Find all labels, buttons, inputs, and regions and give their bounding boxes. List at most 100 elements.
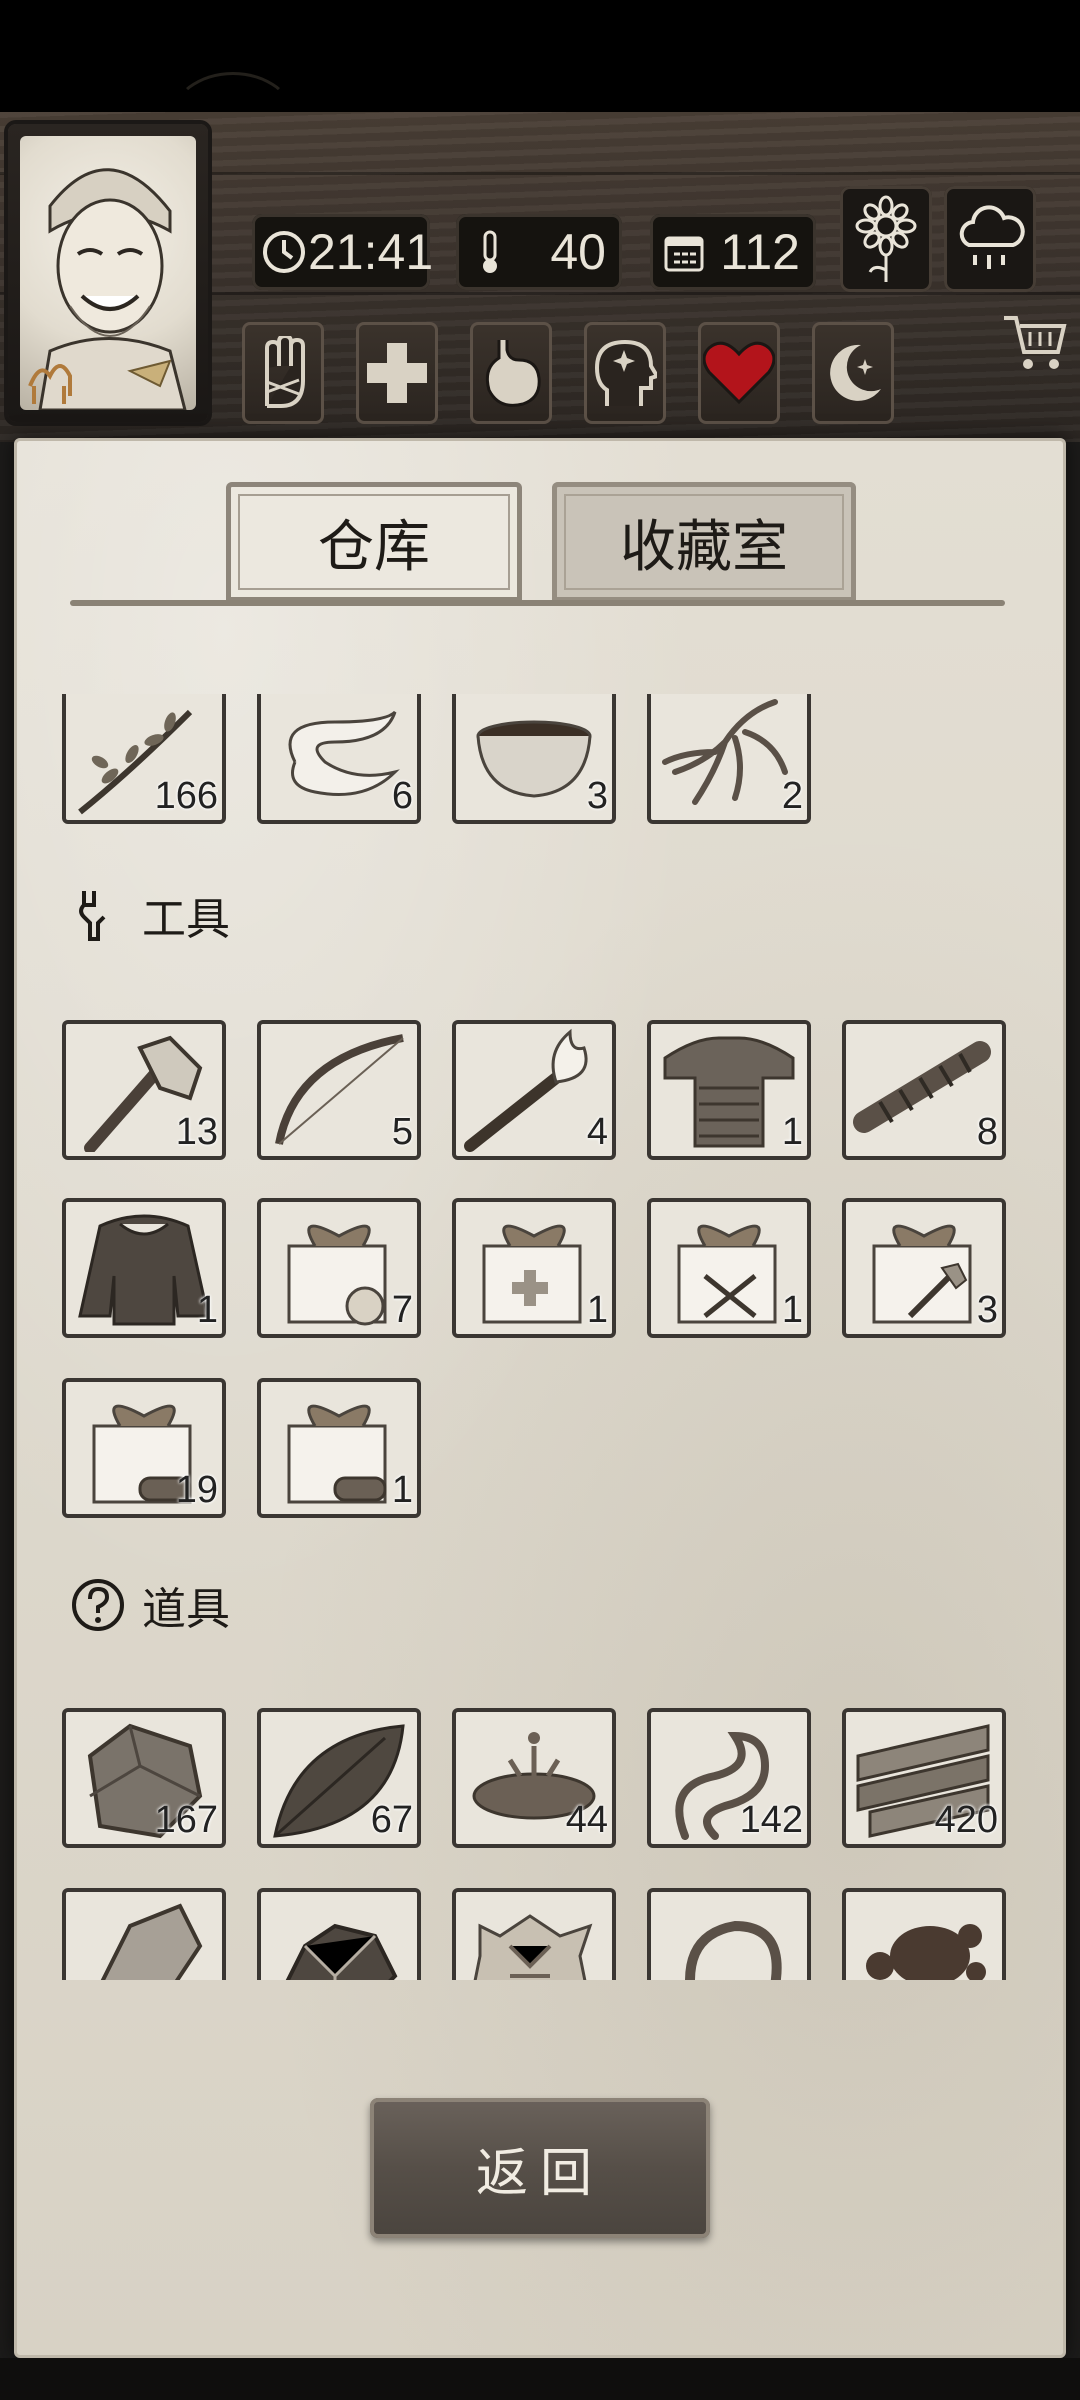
inventory-slot[interactable]: 1 (647, 1020, 811, 1160)
resin-icon (866, 1924, 986, 1980)
inventory-slot[interactable] (647, 1888, 811, 1980)
day-value: 112 (720, 224, 800, 280)
item-count: 13 (175, 1111, 218, 1153)
inventory-slot[interactable] (842, 1888, 1006, 1980)
bowl-icon (476, 720, 592, 798)
item-count: 5 (391, 1111, 413, 1153)
rope-bundle-icon (853, 1041, 991, 1133)
section-props: 道具 (70, 1570, 230, 1640)
rain-cloud-icon (959, 205, 1025, 269)
inventory-slot[interactable]: 7 (257, 1198, 421, 1338)
item-count: 67 (370, 1799, 413, 1841)
status-bar (0, 0, 1080, 112)
inventory-slot[interactable]: 420 (842, 1708, 1006, 1848)
inventory-slot[interactable]: 1 (62, 1198, 226, 1338)
calendar-icon (658, 226, 710, 278)
heart-icon (703, 341, 775, 405)
tab-warehouse[interactable]: 仓库 (226, 482, 522, 602)
item-count: 7 (391, 1289, 413, 1331)
skill-sleep-button[interactable] (812, 322, 894, 424)
thermometer-icon (464, 226, 516, 278)
hand-icon (265, 336, 305, 408)
animal-hide-icon (473, 1914, 593, 1980)
inventory-slot[interactable]: 1 (452, 1198, 616, 1338)
skill-stomach-button[interactable] (470, 322, 552, 424)
inventory-slot[interactable]: 2 (647, 694, 811, 824)
item-count: 1 (391, 1469, 413, 1511)
item-count: 44 (565, 1799, 608, 1841)
wood-gift-box-icon (287, 1404, 387, 1504)
flint-icon (100, 1903, 203, 1980)
inventory-slot[interactable]: 3 (842, 1198, 1006, 1338)
character-portrait[interactable] (8, 124, 208, 422)
tab-collection[interactable]: 收藏室 (552, 482, 856, 602)
item-count: 4 (586, 1111, 608, 1153)
inventory-slot[interactable]: 5 (257, 1020, 421, 1160)
inventory-slot[interactable]: 1 (257, 1378, 421, 1518)
item-count: 1 (196, 1289, 218, 1331)
medical-gift-box-icon (482, 1224, 582, 1324)
item-count: 6 (391, 775, 413, 817)
skill-health-button[interactable] (356, 322, 438, 424)
inventory-slot[interactable]: 8 (842, 1020, 1006, 1160)
health-cross-icon (367, 343, 427, 403)
item-count: 3 (976, 1289, 998, 1331)
time-display: 21:41 (252, 214, 433, 290)
rope-icon (685, 1920, 782, 1980)
bottom-edge (0, 2358, 1080, 2400)
inventory-slot[interactable]: 19 (62, 1378, 226, 1518)
inventory-slot[interactable]: 142 (647, 1708, 811, 1848)
moon-icon (830, 344, 881, 401)
bow-icon (275, 1034, 404, 1145)
wrench-icon (79, 891, 106, 941)
weather-rain-button[interactable] (944, 186, 1036, 292)
item-count: 142 (739, 1799, 803, 1841)
day-counter: 112 (650, 214, 816, 290)
inventory-slot[interactable]: 6 (257, 694, 421, 824)
item-count: 1 (586, 1289, 608, 1331)
skill-heart-button[interactable] (698, 322, 780, 424)
inventory-slot[interactable]: 44 (452, 1708, 616, 1848)
inventory-slot[interactable]: 13 (62, 1020, 226, 1160)
tool-gift-box-icon (872, 1224, 972, 1324)
item-count: 2 (781, 775, 803, 817)
item-count: 1 (781, 1289, 803, 1331)
shop-cart-button[interactable] (1000, 306, 1070, 376)
ginseng-root-icon (662, 699, 788, 805)
fur-coat-icon (78, 1214, 210, 1326)
mind-icon (594, 339, 657, 406)
back-button[interactable]: 返回 (370, 2098, 710, 2238)
inventory-slot[interactable]: 67 (257, 1708, 421, 1848)
temperature-display: 40 (456, 214, 622, 290)
temperature-value: 40 (550, 224, 606, 280)
avatar (20, 136, 196, 410)
inventory-slot[interactable]: 167 (62, 1708, 226, 1848)
bandage-icon (288, 710, 400, 796)
food-gift-box-icon (287, 1224, 387, 1326)
inventory-slot[interactable]: 166 (62, 694, 226, 824)
weather-sun-button[interactable] (840, 186, 932, 292)
item-count: 167 (154, 1799, 218, 1841)
item-count: 19 (175, 1469, 218, 1511)
item-count: 1 (781, 1111, 803, 1153)
torch-icon (464, 1028, 588, 1152)
skill-hand-button[interactable] (242, 322, 324, 424)
sunflower-icon (855, 195, 917, 282)
item-count: 8 (976, 1111, 998, 1153)
inventory-scroll-area[interactable]: 166 6 3 2 工具 13 5 4 1 8 1 7 1 1 3 19 1 道… (14, 694, 1066, 1980)
item-count: 166 (154, 775, 218, 817)
item-count: 3 (586, 775, 608, 817)
question-circle-icon (72, 1579, 124, 1631)
skill-mind-button[interactable] (584, 322, 666, 424)
inventory-slot[interactable] (62, 1888, 226, 1980)
inventory-slot[interactable]: 3 (452, 694, 616, 824)
clock-icon (260, 226, 308, 278)
inventory-slot[interactable]: 1 (647, 1198, 811, 1338)
cart-icon (1004, 316, 1067, 369)
time-value: 21:41 (308, 224, 434, 280)
stomach-icon (485, 340, 541, 407)
inventory-slot[interactable] (257, 1888, 421, 1980)
armor-vest-icon (663, 1036, 795, 1148)
inventory-slot[interactable] (452, 1888, 616, 1980)
inventory-slot[interactable]: 4 (452, 1020, 616, 1160)
